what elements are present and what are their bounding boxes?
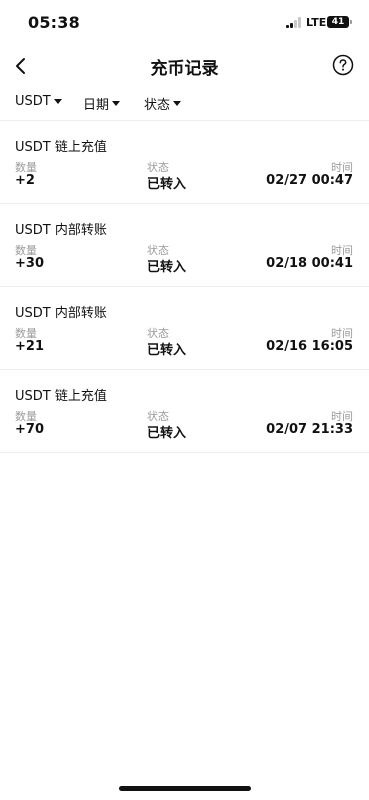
network-label: LTE [306,16,327,29]
status-value: 已转入 [147,426,187,441]
record-title: USDT 内部转账 [15,223,107,238]
status-value: 已转入 [147,177,187,192]
record-title: USDT 链上充值 [15,389,107,404]
caret-down-icon [53,99,62,104]
time-value: 02/27 00:47 [266,173,353,188]
record-title: USDT 链上充值 [15,140,107,155]
filter-date[interactable]: 日期 [83,94,121,113]
caret-down-icon [112,101,121,106]
status-time: 05:38 [28,13,80,32]
filter-bar: USDT 日期 状态 [0,88,369,121]
time-value: 02/16 16:05 [266,339,353,354]
record-item[interactable]: USDT 内部转账 数量 +21 状态 已转入 时间 02/16 16:05 [0,287,369,370]
record-item[interactable]: USDT 链上充值 数量 +70 状态 已转入 时间 02/07 21:33 [0,370,369,453]
home-indicator[interactable] [119,786,251,791]
question-circle-icon [332,54,354,76]
page-title: 充币记录 [150,59,219,79]
status-value: 已转入 [147,260,187,275]
record-item[interactable]: USDT 链上充值 数量 +2 状态 已转入 时间 02/27 00:47 [0,121,369,204]
status-value: 已转入 [147,343,187,358]
time-value: 02/07 21:33 [266,422,353,437]
battery-level: 41 [331,17,345,27]
nav-bar: 充币记录 [0,44,369,88]
signal-icon [286,17,302,28]
status-bar: 05:38 LTE 41 [0,0,369,44]
filter-coin[interactable]: USDT [15,94,62,109]
help-button[interactable] [332,54,354,76]
amount-value: +30 [15,256,44,271]
amount-value: +21 [15,339,44,354]
time-value: 02/18 00:41 [266,256,353,271]
amount-value: +2 [15,173,35,188]
caret-down-icon [173,101,182,106]
filter-status[interactable]: 状态 [144,94,182,113]
battery-icon: 41 [327,16,352,28]
filter-status-label: 状态 [144,98,171,113]
filter-date-label: 日期 [83,98,110,113]
amount-value: +70 [15,422,44,437]
record-title: USDT 内部转账 [15,306,107,321]
record-item[interactable]: USDT 内部转账 数量 +30 状态 已转入 时间 02/18 00:41 [0,204,369,287]
filter-coin-label: USDT [15,94,51,109]
